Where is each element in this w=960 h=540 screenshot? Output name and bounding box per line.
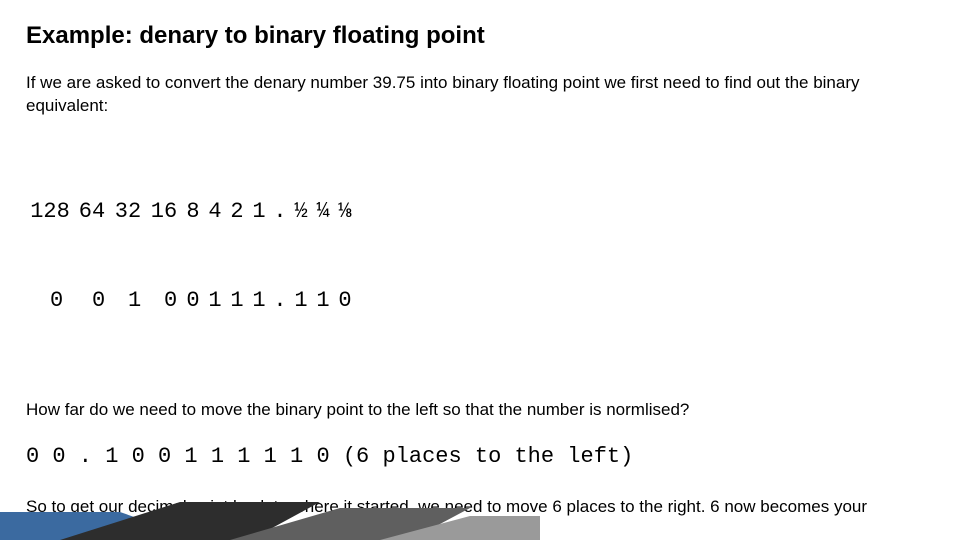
- col-128: 128: [26, 197, 74, 227]
- bit-64: 0: [74, 286, 110, 316]
- col-2: 2: [226, 197, 248, 227]
- table-header-row: 128 64 32 16 8 4 2 1 . ½ ¼ ⅛: [26, 197, 934, 227]
- bit-8: 0: [182, 286, 204, 316]
- bit-4: 1: [204, 286, 226, 316]
- bit-quarter: 1: [312, 286, 334, 316]
- col-quarter: ¼: [312, 197, 334, 227]
- normalised-binary: 0 0 . 1 0 0 1 1 1 1 1 0 (6 places to the…: [26, 442, 934, 472]
- bit-1: 1: [248, 286, 270, 316]
- bit-eighth: 0: [334, 286, 356, 316]
- col-half: ½: [290, 197, 312, 227]
- exponent-paragraph: So to get our decimal point back to wher…: [26, 496, 934, 540]
- slide: Example: denary to binary floating point…: [0, 0, 960, 540]
- col-32: 32: [110, 197, 146, 227]
- intro-paragraph: If we are asked to convert the denary nu…: [26, 72, 934, 118]
- bit-128: 0: [26, 286, 74, 316]
- bit-32: 1: [110, 286, 146, 316]
- title: Example: denary to binary floating point: [26, 22, 934, 50]
- col-point: .: [270, 197, 290, 227]
- col-16: 16: [146, 197, 182, 227]
- col-eighth: ⅛: [334, 197, 356, 227]
- bit-16: 0: [146, 286, 182, 316]
- place-value-table: 128 64 32 16 8 4 2 1 . ½ ¼ ⅛ 0 0 1 0 0 1…: [26, 138, 934, 376]
- bit-point: .: [270, 286, 290, 316]
- question-paragraph: How far do we need to move the binary po…: [26, 399, 934, 422]
- col-64: 64: [74, 197, 110, 227]
- table-bits-row: 0 0 1 0 0 1 1 1 . 1 1 0: [26, 286, 934, 316]
- col-4: 4: [204, 197, 226, 227]
- col-8: 8: [182, 197, 204, 227]
- bit-half: 1: [290, 286, 312, 316]
- col-1: 1: [248, 197, 270, 227]
- bit-2: 1: [226, 286, 248, 316]
